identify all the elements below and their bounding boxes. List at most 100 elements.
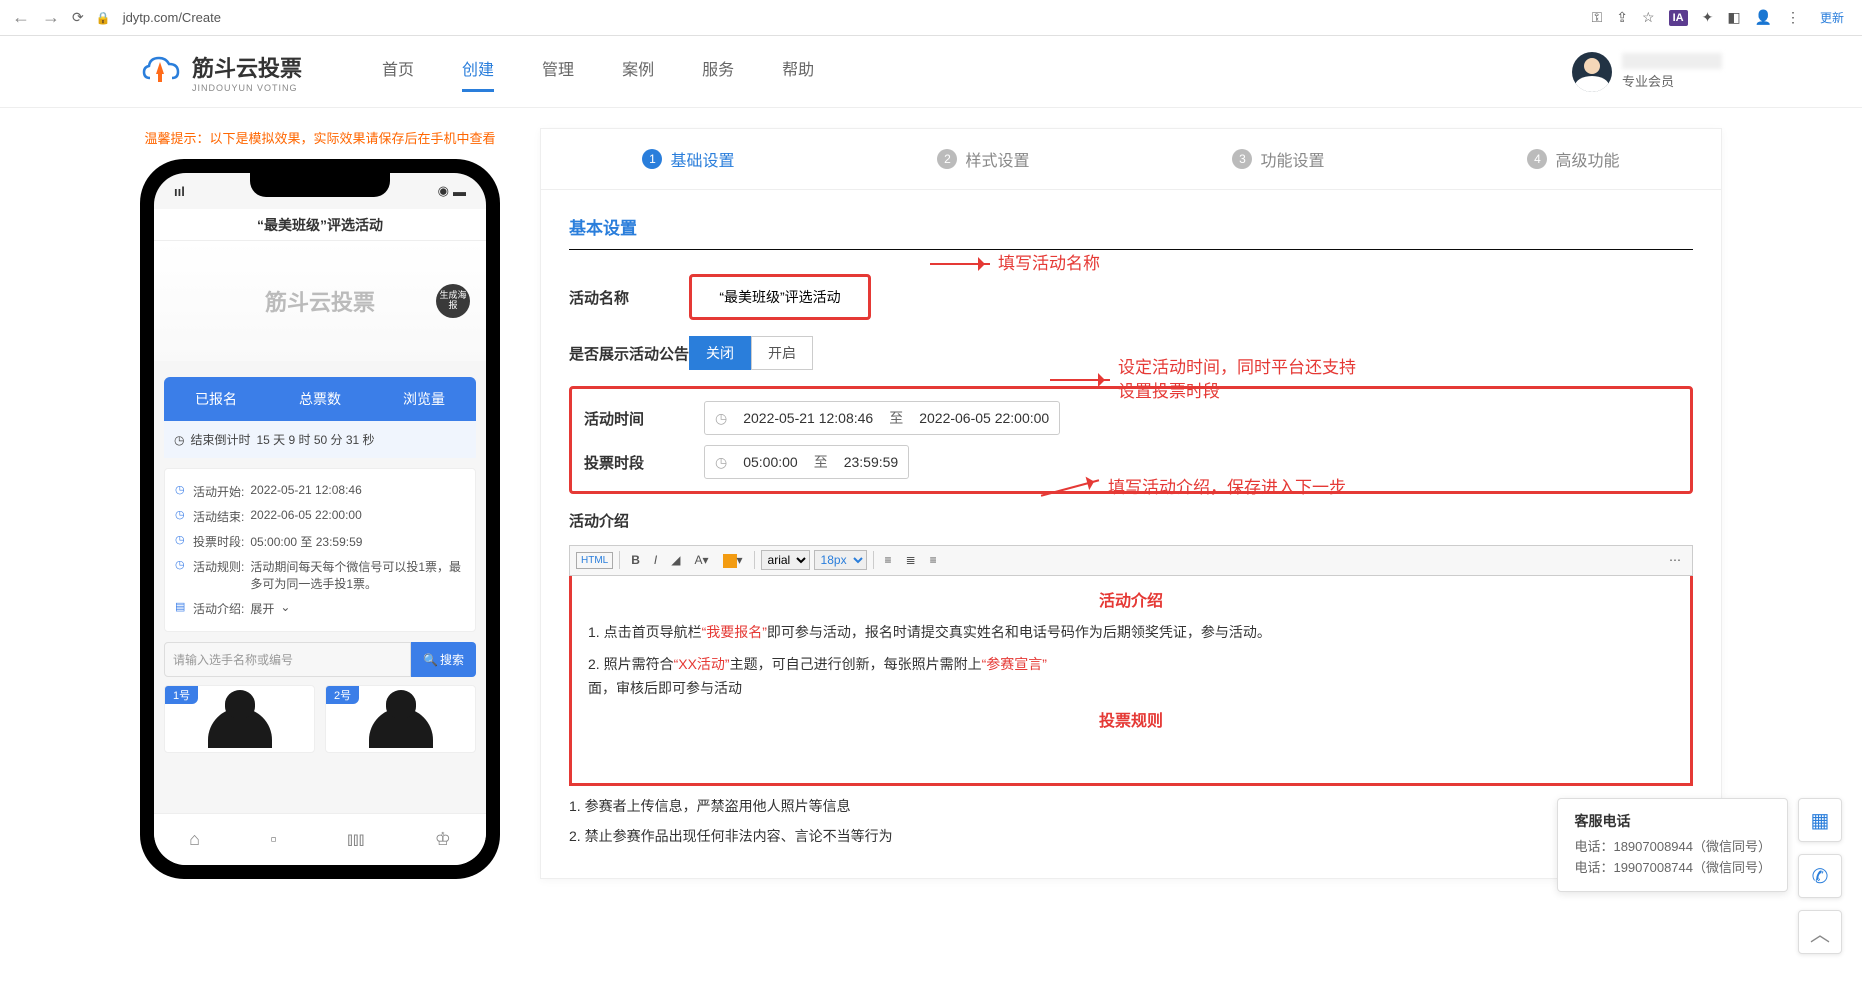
eraser-button[interactable]: ◢ (666, 550, 685, 570)
info-rule-label: 活动规则: (193, 558, 244, 575)
extensions-icon[interactable]: ✦ (1702, 9, 1714, 26)
time-end: 2022-06-05 22:00:00 (919, 410, 1049, 426)
tab-votes[interactable]: 总票数 (268, 377, 372, 421)
font-select[interactable]: arial (761, 550, 810, 570)
phone-tabbar: ⌂ ▫ ⫾⫾⫾ ♔ (154, 813, 486, 865)
candidate-number: 1号 (165, 686, 198, 704)
nav-help[interactable]: 帮助 (782, 56, 814, 88)
phone-button[interactable]: ✆ (1798, 854, 1842, 898)
step-basic[interactable]: 1基础设置 (541, 129, 836, 189)
sidepanel-icon[interactable]: ◧ (1727, 9, 1740, 26)
more-button[interactable]: ⋯ (1664, 550, 1686, 570)
search-icon: 🔍 (423, 653, 438, 667)
bold-button[interactable]: B (626, 550, 645, 570)
clock-icon: ◷ (175, 533, 187, 546)
search-button[interactable]: 🔍搜索 (411, 642, 476, 677)
wifi-icon: ◉ (438, 183, 449, 199)
browser-toolbar: ← → ⟳ 🔒 jdytp.com/Create ⚿ ⇪ ☆ IA ✦ ◧ 👤 … (0, 0, 1862, 36)
info-period-label: 投票时段: (193, 533, 244, 550)
calendar-icon[interactable]: ▫ (270, 829, 276, 850)
logo-text-cn: 筋斗云投票 (192, 51, 302, 83)
ia-badge[interactable]: IA (1669, 10, 1688, 26)
reload-icon[interactable]: ⟳ (72, 9, 84, 26)
time-start: 2022-05-21 12:08:46 (743, 410, 873, 426)
nav-manage[interactable]: 管理 (542, 56, 574, 88)
star-icon[interactable]: ☆ (1642, 9, 1655, 26)
phone-icon: ✆ (1812, 864, 1829, 889)
settings-panel: 1基础设置 2样式设置 3功能设置 4高级功能 基本设置 活动名称 是否展示活动… (540, 128, 1722, 879)
step-style[interactable]: 2样式设置 (836, 129, 1131, 189)
period-to: 至 (814, 452, 828, 472)
qrcode-button[interactable]: ▦ (1798, 798, 1842, 842)
bgcolor-button[interactable]: ▾ (718, 550, 748, 571)
lock-icon: 🔒 (96, 11, 111, 25)
nav-create[interactable]: 创建 (462, 56, 494, 88)
notice-toggle[interactable]: 关闭 开启 (689, 336, 813, 370)
top-navigation: 筋斗云投票 JINDOUYUN VOTING 首页 创建 管理 案例 服务 帮助… (0, 36, 1862, 108)
update-button[interactable]: 更新 (1814, 7, 1850, 28)
candidate-number: 2号 (326, 686, 359, 704)
step-advanced[interactable]: 4高级功能 (1426, 129, 1721, 189)
align-right-button[interactable]: ≡ (925, 550, 942, 570)
time-to: 至 (889, 408, 903, 428)
clock-icon: ◷ (174, 433, 184, 447)
intro-editor[interactable]: 活动介绍 1. 点击首页导航栏“我要报名”即可参与活动，报名时请提交真实姓名和电… (569, 576, 1693, 786)
site-logo[interactable]: 筋斗云投票 JINDOUYUN VOTING (140, 51, 302, 93)
info-intro-expand[interactable]: 展开 (250, 600, 274, 617)
back-icon[interactable]: ← (12, 7, 30, 28)
step-function[interactable]: 3功能设置 (1131, 129, 1426, 189)
trophy-icon[interactable]: ♔ (435, 829, 451, 850)
clock-icon: ◷ (715, 454, 727, 471)
back-to-top-button[interactable]: ︿ (1798, 910, 1842, 954)
period-start: 05:00:00 (743, 454, 798, 470)
color-button[interactable]: A▾ (689, 550, 713, 570)
tooltip-line: 电话：19907008744（微信同号） (1574, 858, 1771, 879)
notice-on-button[interactable]: 开启 (751, 336, 813, 370)
logo-text-en: JINDOUYUN VOTING (192, 83, 302, 93)
rank-icon[interactable]: ⫾⫾⫾ (347, 829, 364, 850)
tab-signup[interactable]: 已报名 (164, 377, 268, 421)
nav-home[interactable]: 首页 (382, 56, 414, 88)
activity-time-range[interactable]: ◷ 2022-05-21 12:08:46 至 2022-06-05 22:00… (704, 401, 1060, 435)
candidate-card[interactable]: 1号 (164, 685, 315, 753)
candidate-card[interactable]: 2号 (325, 685, 476, 753)
size-select[interactable]: 18px (814, 550, 867, 570)
key-icon[interactable]: ⚿ (1592, 9, 1603, 26)
signal-icon: ııl (174, 184, 185, 199)
rule-icon: ◷ (175, 558, 187, 571)
intro-label: 活动介绍 (569, 510, 1693, 531)
align-center-button[interactable]: ≣ (901, 550, 921, 570)
search-input[interactable]: 请输入选手名称或编号 (164, 642, 411, 677)
editor-heading-rules: 投票规则 (588, 708, 1674, 735)
generate-poster-button[interactable]: 生成海报 (436, 284, 470, 318)
home-icon[interactable]: ⌂ (189, 829, 200, 850)
clock-icon: ◷ (715, 410, 727, 427)
menu-icon[interactable]: ⋮ (1786, 9, 1800, 26)
vote-period-range[interactable]: ◷ 05:00:00 至 23:59:59 (704, 445, 909, 479)
align-left-button[interactable]: ≡ (880, 550, 897, 570)
contact-tooltip: 客服电话 电话：18907008944（微信同号） 电话：19907008744… (1557, 798, 1788, 892)
info-period-val: 05:00:00 至 23:59:59 (250, 533, 362, 550)
user-area[interactable]: 专业会员 (1572, 52, 1722, 92)
editor-toolbar: HTML B I ◢ A▾ ▾ arial 18px ≡ ≣ ≡ ⋯ (569, 545, 1693, 576)
user-name-blurred (1622, 53, 1722, 69)
html-button[interactable]: HTML (576, 552, 613, 569)
avatar[interactable] (1572, 52, 1612, 92)
share-icon[interactable]: ⇪ (1616, 9, 1628, 26)
countdown-row: ◷ 结束倒计时 15 天 9 时 50 分 31 秒 (164, 421, 476, 458)
forward-icon[interactable]: → (42, 7, 60, 28)
battery-icon: ▬ (453, 184, 466, 199)
preview-hint: 温馨提示：以下是模拟效果，实际效果请保存后在手机中查看 (140, 128, 500, 147)
nav-cases[interactable]: 案例 (622, 56, 654, 88)
info-end-label: 活动结束: (193, 508, 244, 525)
qrcode-icon: ▦ (1811, 808, 1830, 833)
activity-name-label: 活动名称 (569, 287, 689, 308)
address-bar[interactable]: jdytp.com/Create (123, 10, 1580, 25)
activity-name-input[interactable] (700, 281, 860, 313)
tab-views[interactable]: 浏览量 (372, 377, 476, 421)
notice-off-button[interactable]: 关闭 (689, 336, 751, 370)
activity-time-label: 活动时间 (584, 408, 704, 429)
italic-button[interactable]: I (649, 550, 662, 570)
profile-icon[interactable]: 👤 (1755, 9, 1772, 26)
nav-service[interactable]: 服务 (702, 56, 734, 88)
